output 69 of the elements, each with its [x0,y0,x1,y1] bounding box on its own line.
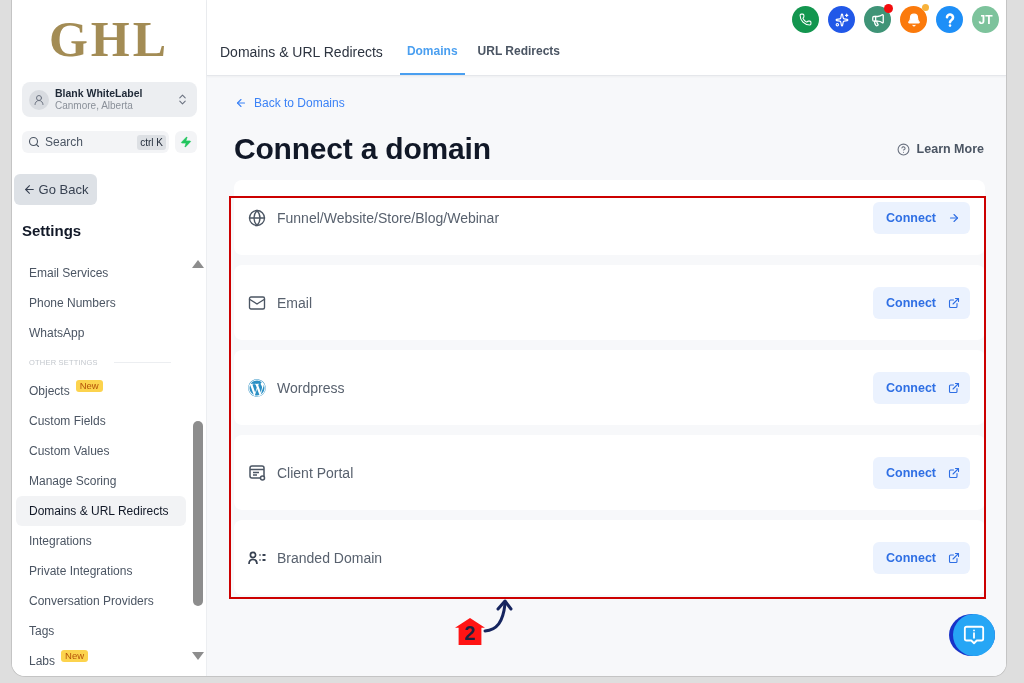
option-label: Wordpress [277,379,346,396]
message-info-icon [963,624,985,646]
new-badge: New [75,380,103,392]
curved-arrow [483,598,513,634]
chevrons-icon [176,93,189,106]
search-field[interactable]: Search [45,135,133,149]
help-button[interactable] [936,6,963,33]
envelope-icon [248,293,266,312]
sidebar-item[interactable]: Integrations [16,526,186,556]
bell-icon [906,12,921,27]
sidebar-item[interactable]: Custom Values [16,436,186,466]
sidebar-item[interactable]: Domains & URL Redirects [16,496,186,526]
sidebar-item[interactable]: Private Integrations [16,556,186,586]
user-icon [29,89,49,110]
scroll-up-icon[interactable] [192,260,204,268]
sidebar-item[interactable]: WhatsApp [16,318,186,348]
sidebar-item[interactable]: Manage Scoring [16,466,186,496]
shortcut-key: ctrl K [137,134,166,150]
quick-action-button[interactable] [175,131,197,153]
option-label: Email [277,294,313,311]
sparkles-icon [834,12,849,27]
megaphone-icon [870,12,885,27]
arrow-left-icon [235,97,247,109]
sidebar-item[interactable]: Objects New [16,376,186,406]
account-name: Blank WhiteLabel [55,87,144,100]
sidebar-item[interactable]: Email Services [16,258,186,288]
scroll-down-icon[interactable] [192,652,204,660]
logo: GHL [48,14,170,64]
learn-more-link[interactable]: Learn More [896,142,984,156]
wordpress-icon [248,378,266,397]
search-icon [28,136,40,148]
tab[interactable]: URL Redirects [470,39,568,75]
connect-button[interactable]: Connect [873,456,970,489]
sidebar-item[interactable]: Tags [16,616,186,646]
phone-button[interactable] [792,6,819,33]
sidebar-title: Settings [22,222,83,240]
browser-window-icon [248,464,266,481]
connect-button[interactable]: Connect [873,541,970,574]
lightning-icon [180,136,192,148]
option-label: Branded Domain [277,549,384,566]
back-link[interactable]: Back to Domains [235,96,345,110]
help-icon [943,12,956,27]
chat-widget-button[interactable] [949,614,995,656]
option-label: Client Portal [277,464,355,481]
globe-icon [248,208,266,227]
scrollbar-thumb[interactable] [193,421,203,606]
sidebar-item[interactable]: Labs New [16,646,186,676]
ai-button[interactable] [828,6,855,33]
sidebar-item[interactable]: Phone Numbers [16,288,186,318]
sidebar-item[interactable]: Custom Fields [16,406,186,436]
header-title: Domains & URL Redirects [220,43,383,62]
connect-button[interactable]: Connect [873,371,970,404]
sidebar-item[interactable]: Conversation Providers [16,586,186,616]
announcements-button[interactable] [864,6,891,33]
arrow-left-icon [22,183,36,196]
help-icon [896,142,910,156]
account-location: Canmore, Alberta [55,100,134,112]
step-marker: 2 [455,618,485,645]
account-switcher[interactable]: Blank WhiteLabel Canmore, Alberta [22,82,197,117]
go-back-button[interactable]: Go Back [14,174,97,205]
page-title: Connect a domain [234,133,491,165]
option-label: Funnel/Website/Store/Blog/Webinar [277,209,501,226]
person-list-icon [248,550,266,565]
search-bar[interactable]: Search ctrl K [22,131,169,153]
connect-button[interactable]: Connect [873,201,970,234]
connect-button[interactable]: Connect [873,286,970,319]
notifications-button[interactable] [900,6,927,33]
phone-icon [799,13,812,26]
new-badge: New [61,650,89,662]
